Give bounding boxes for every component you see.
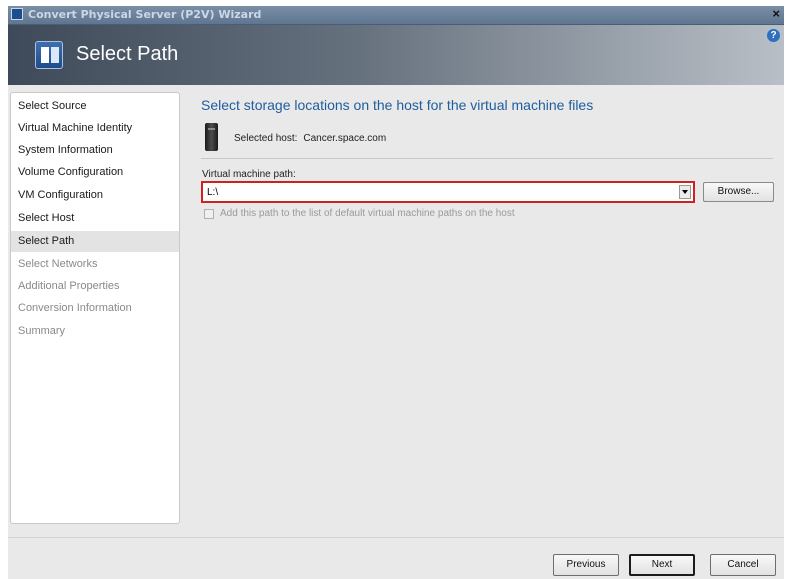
selected-host-label: Selected host:: [234, 133, 298, 144]
app-icon: [11, 8, 23, 20]
nav-item-additional-properties: Additional Properties: [18, 280, 120, 292]
help-icon[interactable]: ?: [767, 29, 780, 42]
footer-divider: [8, 537, 784, 538]
vm-path-input[interactable]: [205, 185, 683, 199]
cancel-button[interactable]: Cancel: [710, 554, 776, 576]
previous-button[interactable]: Previous: [553, 554, 619, 576]
nav-item-vm-configuration[interactable]: VM Configuration: [11, 185, 179, 206]
nav-item-summary: Summary: [18, 325, 66, 337]
nav-item-conversion-information: Conversion Information: [18, 302, 132, 314]
wizard-step-nav: Select Source Virtual Machine Identity S…: [10, 92, 180, 524]
wizard-icon: [35, 41, 63, 69]
server-icon: [205, 123, 218, 151]
nav-item-select-host[interactable]: Select Host: [11, 208, 179, 229]
chevron-down-icon[interactable]: [679, 185, 691, 199]
close-icon[interactable]: ×: [772, 6, 780, 21]
page-title: Select Path: [76, 43, 179, 65]
vm-path-label: Virtual machine path:: [202, 169, 296, 180]
add-default-path-label: Add this path to the list of default vir…: [220, 208, 515, 219]
wizard-window: Convert Physical Server (P2V) Wizard × S…: [8, 6, 784, 579]
window-title: Convert Physical Server (P2V) Wizard: [28, 8, 262, 21]
title-bar: Convert Physical Server (P2V) Wizard ×: [8, 6, 784, 25]
nav-item-system-information[interactable]: System Information: [11, 140, 179, 161]
vm-path-combobox[interactable]: [201, 181, 695, 203]
nav-item-volume-configuration[interactable]: Volume Configuration: [11, 162, 179, 183]
selected-host-info: Selected host: Cancer.space.com: [234, 133, 386, 144]
nav-item-virtual-machine-identity[interactable]: Virtual Machine Identity: [11, 118, 179, 139]
nav-item-select-path[interactable]: Select Path: [11, 231, 179, 252]
nav-item-select-networks: Select Networks: [18, 258, 98, 270]
divider: [201, 158, 773, 159]
next-button[interactable]: Next: [629, 554, 695, 576]
selected-host-value: Cancer.space.com: [303, 133, 387, 144]
section-heading: Select storage locations on the host for…: [201, 97, 594, 113]
browse-button[interactable]: Browse...: [703, 182, 774, 202]
nav-item-select-source[interactable]: Select Source: [11, 96, 179, 117]
add-default-path-checkbox[interactable]: [204, 209, 214, 219]
wizard-header: Select Path ?: [8, 25, 784, 85]
